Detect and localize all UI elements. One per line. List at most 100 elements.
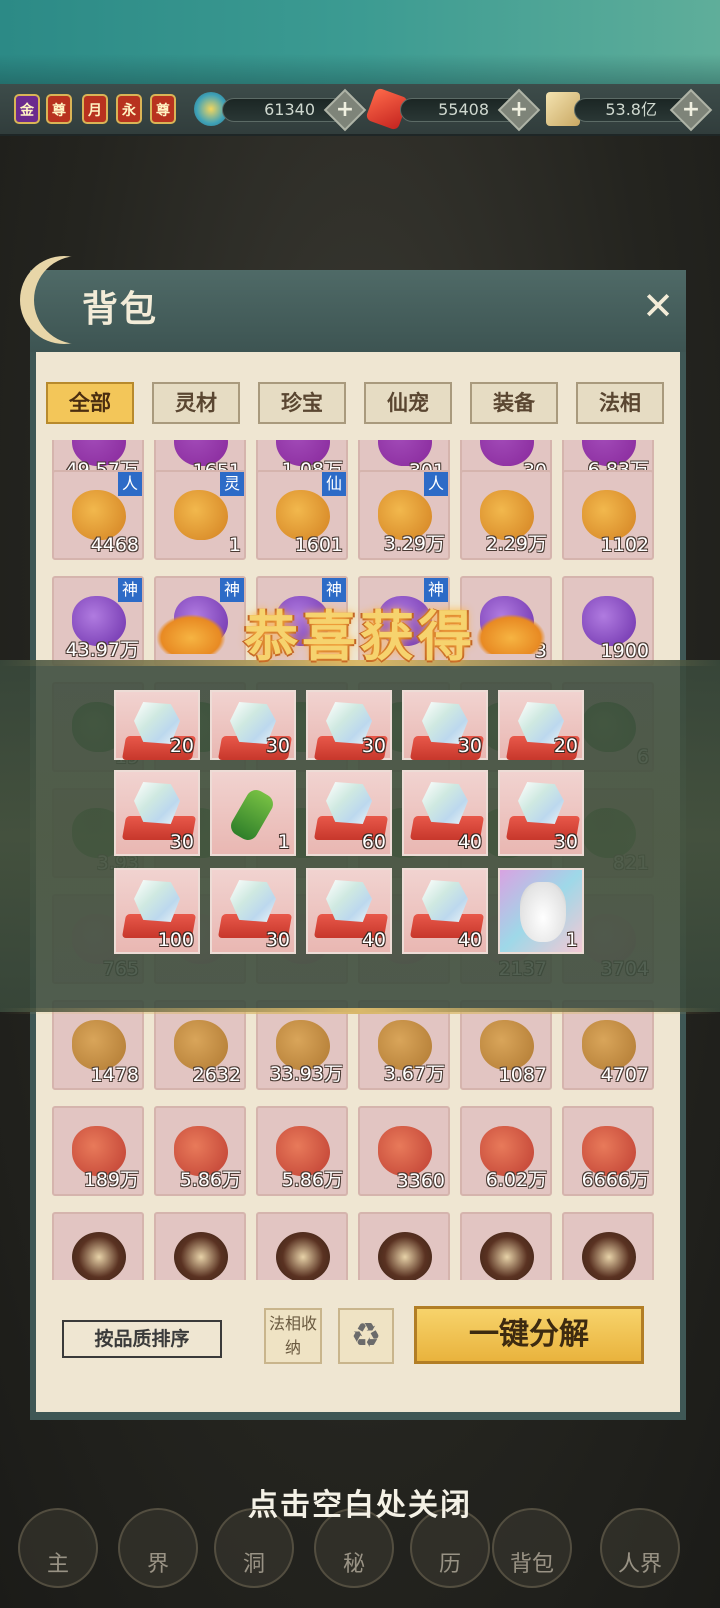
reward-item[interactable]: 20 (498, 690, 584, 760)
reward-item[interactable]: 40 (402, 868, 488, 954)
reward-item[interactable]: 1 (498, 868, 584, 954)
item-icon (378, 1126, 432, 1176)
item-quantity: 6666万 (581, 1169, 649, 1191)
reward-item[interactable]: 30 (402, 690, 488, 760)
sort-by-quality-button[interactable]: 按品质排序 (62, 1320, 222, 1358)
inventory-slot[interactable]: 5.86万 (154, 1106, 246, 1196)
item-icon (174, 1232, 228, 1280)
dharma-collect-button[interactable]: 法相收纳 (264, 1308, 322, 1364)
nav-label: 人界 (617, 1552, 662, 1577)
tab-bar: 全部 灵材 珍宝 仙宠 装备 法相 (46, 382, 676, 426)
reward-quantity: 30 (265, 735, 290, 757)
reward-item[interactable]: 30 (114, 770, 200, 856)
inventory-slot[interactable]: 5.86万 (256, 1106, 348, 1196)
inventory-slot[interactable]: 仙 1601 (256, 470, 348, 560)
item-quantity: 33.93万 (269, 1063, 343, 1085)
inventory-slot[interactable] (358, 1212, 450, 1280)
reward-item[interactable]: 40 (306, 868, 392, 954)
plus-icon: + (681, 97, 701, 122)
rank-tag: 人 (118, 472, 142, 496)
badge-icon[interactable]: 尊 (46, 94, 72, 124)
item-quantity: 6.02万 (485, 1169, 547, 1191)
inventory-slot[interactable] (52, 1212, 144, 1280)
reward-item[interactable]: 20 (114, 690, 200, 760)
add-currency-button[interactable]: + (669, 88, 713, 132)
nav-label: 洞 (242, 1552, 265, 1577)
reward-quantity: 30 (553, 831, 578, 853)
item-quantity: 3.29万 (383, 533, 445, 555)
tab-dharma[interactable]: 法相 (576, 382, 664, 424)
nav-label: 背包 (509, 1552, 554, 1577)
item-icon (72, 1020, 126, 1070)
inventory-slot[interactable]: 2.29万 (460, 470, 552, 560)
item-quantity: 4468 (90, 534, 139, 556)
reward-quantity: 30 (169, 831, 194, 853)
item-icon (582, 1232, 636, 1280)
recycle-icon[interactable]: ♻ (338, 1308, 394, 1364)
inventory-slot[interactable]: 人 4468 (52, 470, 144, 560)
item-quantity: 2632 (192, 1064, 241, 1086)
inventory-slot[interactable] (154, 1212, 246, 1280)
add-currency-button[interactable]: + (323, 88, 367, 132)
reward-item[interactable]: 100 (114, 868, 200, 954)
tab-pets[interactable]: 仙宠 (364, 382, 452, 424)
item-quantity: 1087 (498, 1064, 547, 1086)
reward-item[interactable]: 30 (210, 868, 296, 954)
tab-materials[interactable]: 灵材 (152, 382, 240, 424)
item-quantity: 1 (228, 534, 241, 556)
tab-treasures[interactable]: 珍宝 (258, 382, 346, 424)
reward-item[interactable]: 30 (306, 690, 392, 760)
reward-item[interactable]: 30 (210, 690, 296, 760)
inventory-slot[interactable]: 189万 (52, 1106, 144, 1196)
rank-tag: 神 (118, 578, 142, 602)
reward-quantity: 30 (457, 735, 482, 757)
item-icon (72, 490, 126, 540)
currency-bar: 金 尊 月 永 尊 61340 + 55408 + 53.8亿 + (0, 84, 720, 136)
reward-quantity: 40 (457, 831, 482, 853)
reward-item[interactable]: 60 (306, 770, 392, 856)
nav-label: 秘 (342, 1552, 365, 1577)
panel-title: 背包 (82, 288, 159, 330)
item-icon (582, 1020, 636, 1070)
reward-quantity: 30 (265, 929, 290, 951)
close-icon[interactable]: ✕ (638, 286, 678, 326)
inventory-slot[interactable]: 神 43.97万 (52, 576, 144, 666)
item-icon (582, 490, 636, 540)
tab-equipment[interactable]: 装备 (470, 382, 558, 424)
reward-quantity: 20 (169, 735, 194, 757)
inventory-slot[interactable]: 6.02万 (460, 1106, 552, 1196)
inventory-slot[interactable] (256, 1212, 348, 1280)
reward-item[interactable]: 1 (210, 770, 296, 856)
badge-icon[interactable]: 尊 (150, 94, 176, 124)
item-quantity: 189万 (83, 1169, 139, 1191)
item-quantity: 5.86万 (281, 1169, 343, 1191)
item-quantity: 1900 (600, 640, 649, 662)
item-icon (174, 490, 228, 540)
reward-item[interactable]: 40 (402, 770, 488, 856)
nav-label: 界 (146, 1552, 169, 1577)
reward-quantity: 30 (361, 735, 386, 757)
inventory-slot[interactable]: 1900 (562, 576, 654, 666)
item-quantity: 1478 (90, 1064, 139, 1086)
reward-quantity: 100 (157, 929, 194, 951)
inventory-slot[interactable] (562, 1212, 654, 1280)
divider (0, 1008, 720, 1014)
item-quantity: 3.67万 (383, 1063, 445, 1085)
close-hint[interactable]: 点击空白处关闭 (0, 1480, 720, 1524)
inventory-slot[interactable]: 1102 (562, 470, 654, 560)
one-click-decompose-button[interactable]: 一键分解 (414, 1306, 644, 1364)
inventory-slot[interactable]: 灵1 (154, 470, 246, 560)
tab-all[interactable]: 全部 (46, 382, 134, 424)
badge-icon[interactable]: 永 (116, 94, 142, 124)
badge-icon[interactable]: 月 (82, 94, 108, 124)
inventory-slot[interactable]: 人 3.29万 (358, 470, 450, 560)
badge-icon[interactable]: 金 (14, 94, 40, 124)
reward-item[interactable]: 30 (498, 770, 584, 856)
add-currency-button[interactable]: + (497, 88, 541, 132)
reward-quantity: 1 (565, 929, 578, 951)
reward-title: 恭喜获得 (244, 604, 476, 668)
inventory-slot[interactable]: 3360 (358, 1106, 450, 1196)
inventory-slot[interactable] (460, 1212, 552, 1280)
reward-quantity: 60 (361, 831, 386, 853)
inventory-slot[interactable]: 6666万 (562, 1106, 654, 1196)
